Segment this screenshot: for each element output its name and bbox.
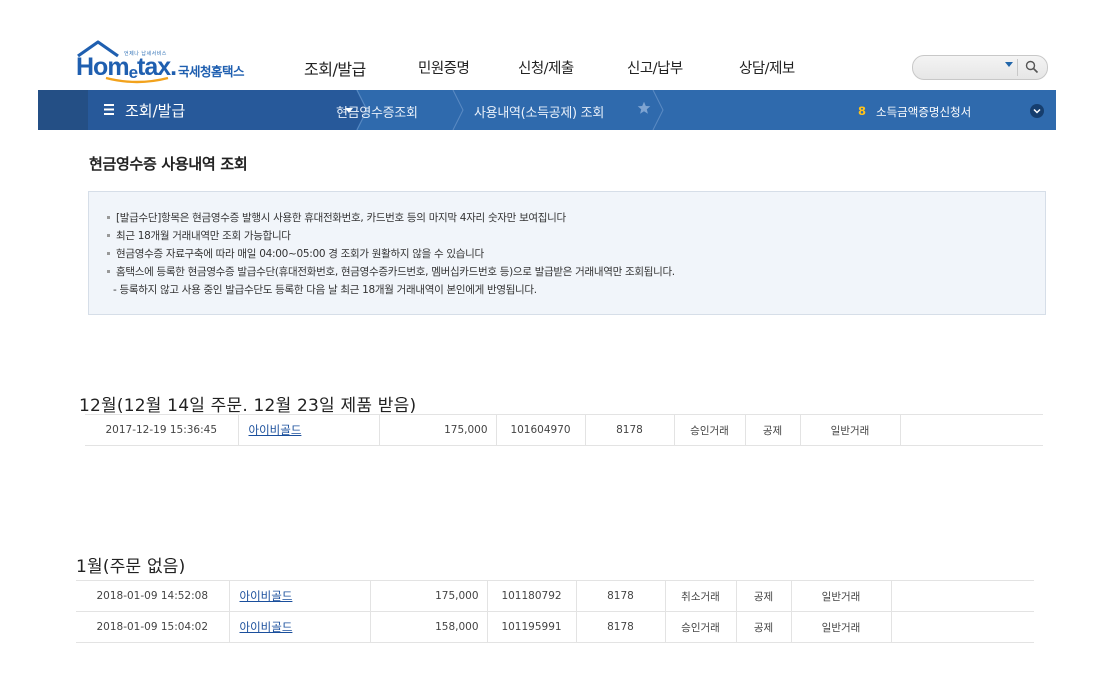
search-icon[interactable] <box>1025 60 1039 74</box>
cell-deduction: 공제 <box>745 414 801 446</box>
cell-approval-number: 101180792 <box>487 580 577 612</box>
shortcut-link[interactable]: 소득금액증명신청서 <box>876 104 971 120</box>
cell-empty <box>900 414 1043 446</box>
section-heading-december: 12월(12월 14일 주문. 12월 23일 제품 받음) <box>79 396 417 416</box>
menu-label: 조회/발급 <box>125 102 186 120</box>
favorite-star-icon[interactable] <box>637 101 651 115</box>
menu-icon <box>104 104 114 115</box>
notice-item: 홈택스에 등록한 현금영수증 발급수단(휴대전화번호, 현금영수증카드번호, 멤… <box>107 264 675 279</box>
search-divider <box>1017 59 1018 76</box>
cell-approval-number: 101604970 <box>496 414 586 446</box>
cell-datetime: 2017-12-19 15:36:45 <box>85 414 239 446</box>
search-input[interactable] <box>912 55 1048 80</box>
notice-item: 최근 18개월 거래내역만 조회 가능합니다 <box>107 228 291 243</box>
menu-dropdown[interactable]: 조회/발급 <box>88 90 356 130</box>
brand-name-korean: 국세청홈택스 <box>178 64 245 79</box>
gnb-item-report-pay[interactable]: 신고/납부 <box>627 57 683 78</box>
cell-amount: 175,000 <box>379 414 497 446</box>
merchant-link[interactable]: 아이비골드 <box>240 620 293 634</box>
search-dropdown-icon[interactable] <box>1005 62 1013 67</box>
gnb-item-certificates[interactable]: 민원증명 <box>418 57 470 78</box>
cell-merchant: 아이비골드 <box>238 414 380 446</box>
cell-card-last4: 8178 <box>585 414 675 446</box>
cell-transaction-type: 승인거래 <box>674 414 746 446</box>
cell-datetime: 2018-01-09 14:52:08 <box>76 580 230 612</box>
cell-transaction-type: 취소거래 <box>665 580 737 612</box>
cell-category: 일반거래 <box>791 580 892 612</box>
breadcrumb-usage-history[interactable]: 사용내역(소득공제) 조회 <box>474 102 604 121</box>
chevron-down-icon <box>1033 108 1041 114</box>
cell-datetime: 2018-01-09 15:04:02 <box>76 611 230 643</box>
hometax-logo[interactable]: 언제나 납세서비스 Hometax. 국세청홈택스 <box>74 40 264 88</box>
cell-category: 일반거래 <box>800 414 901 446</box>
merchant-link[interactable]: 아이비골드 <box>249 423 302 437</box>
cell-category: 일반거래 <box>791 611 892 643</box>
page-title: 현금영수증 사용내역 조회 <box>89 155 248 173</box>
cell-approval-number: 101195991 <box>487 611 577 643</box>
transactions-table-january: 2018-01-09 14:52:08 아이비골드 175,000 101180… <box>76 580 1034 643</box>
cell-empty <box>891 580 1034 612</box>
breadcrumb-separator-icon <box>652 90 664 130</box>
breadcrumb-separator-icon <box>452 90 464 130</box>
gnb-item-inquiry[interactable]: 조회/발급 <box>304 56 366 80</box>
notice-box: [발급수단]항목은 현금영수증 발행시 사용한 휴대전화번호, 카드번호 등의 … <box>88 191 1046 315</box>
section-heading-january: 1월(주문 없음) <box>76 557 186 577</box>
cell-amount: 175,000 <box>370 580 488 612</box>
cell-deduction: 공제 <box>736 611 792 643</box>
cell-merchant: 아이비골드 <box>229 611 371 643</box>
transactions-table-december: 2017-12-19 15:36:45 아이비골드 175,000 101604… <box>85 414 1043 446</box>
cell-card-last4: 8178 <box>576 580 666 612</box>
gnb-item-apply[interactable]: 신청/제출 <box>518 57 574 78</box>
notice-item: 현금영수증 자료구축에 따라 매일 04:00~05:00 경 조회가 원활하지… <box>107 246 484 261</box>
breadcrumb-cash-receipt[interactable]: 현금영수증조회 <box>336 102 418 121</box>
home-segment[interactable] <box>38 90 88 130</box>
notice-item: [발급수단]항목은 현금영수증 발행시 사용한 휴대전화번호, 카드번호 등의 … <box>107 210 566 225</box>
gnb-item-consult[interactable]: 상담/제보 <box>739 57 795 78</box>
cell-transaction-type: 승인거래 <box>665 611 737 643</box>
table-row: 2018-01-09 14:52:08 아이비골드 175,000 101180… <box>76 580 1034 612</box>
cell-amount: 158,000 <box>370 611 488 643</box>
merchant-link[interactable]: 아이비골드 <box>240 589 293 603</box>
swoosh-icon <box>105 76 169 84</box>
notice-subitem: - 등록하지 않고 사용 중인 발급수단도 등록한 다음 날 최근 18개월 거… <box>113 284 537 296</box>
table-row: 2017-12-19 15:36:45 아이비골드 175,000 101604… <box>85 414 1043 446</box>
cell-card-last4: 8178 <box>576 611 666 643</box>
cell-empty <box>891 611 1034 643</box>
shortcut-number-badge: 8 <box>858 104 867 118</box>
cell-merchant: 아이비골드 <box>229 580 371 612</box>
cell-deduction: 공제 <box>736 580 792 612</box>
table-row: 2018-01-09 15:04:02 아이비골드 158,000 101195… <box>76 611 1034 643</box>
location-bar: 조회/발급 현금영수증조회 사용내역(소득공제) 조회 8 소득금액증명신청서 <box>38 90 1056 130</box>
shortcut-dropdown-button[interactable] <box>1030 104 1044 118</box>
